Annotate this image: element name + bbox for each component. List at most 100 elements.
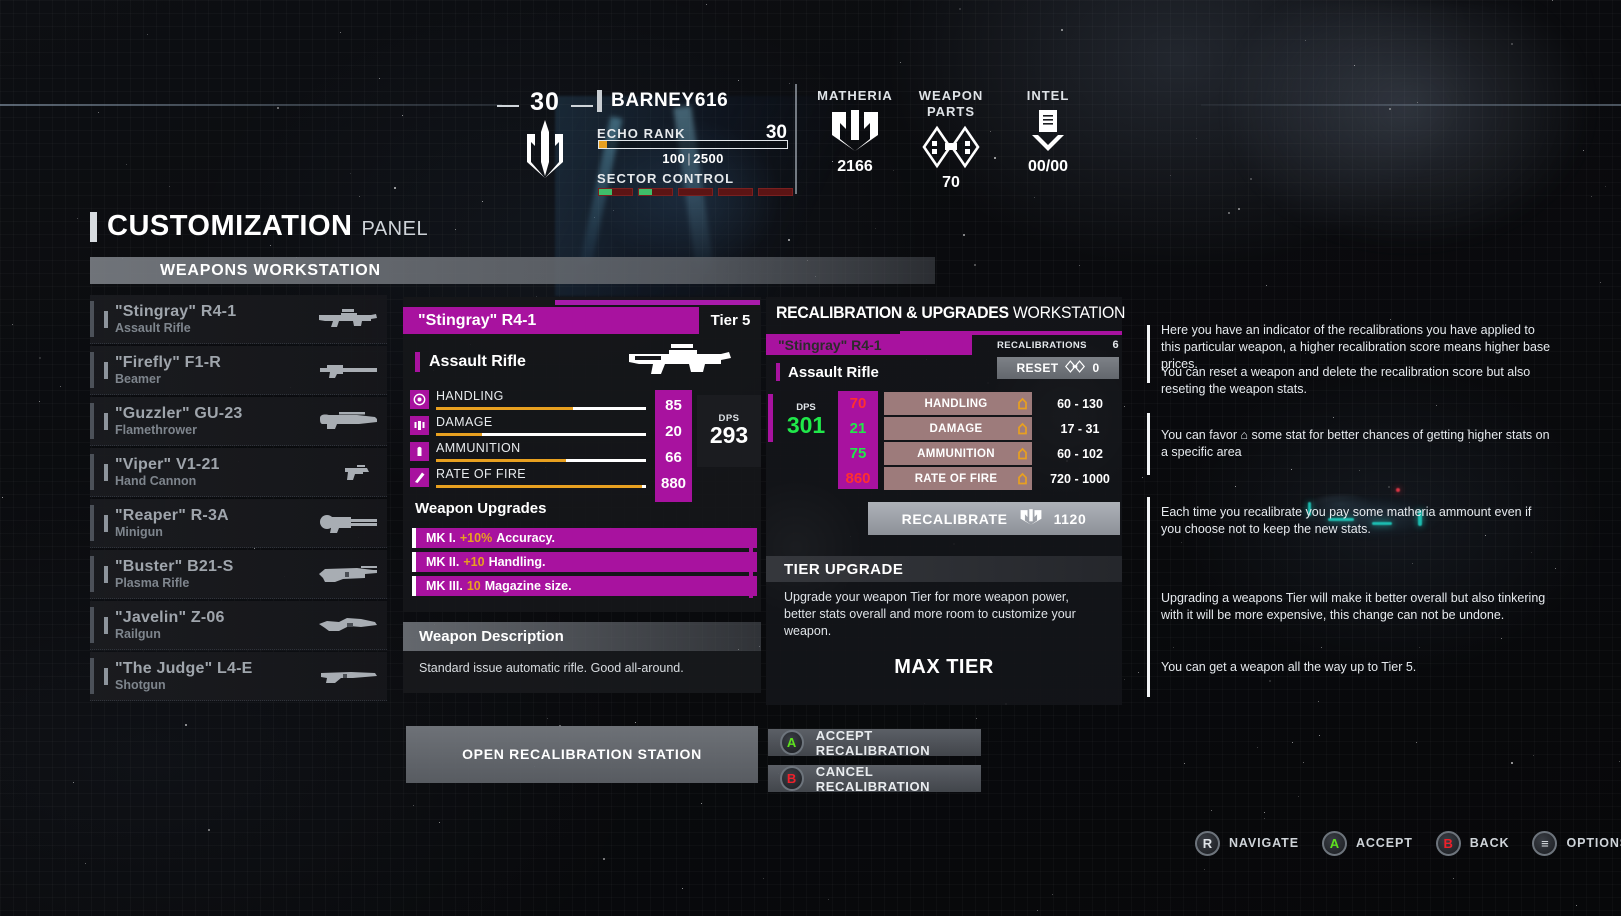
weapon-list-item[interactable]: "Reaper" R-3A Minigun bbox=[90, 499, 387, 548]
top-hud-bar: 30 BARNEY616 ECHO RANK 30 100 | 2500 SECTO… bbox=[0, 0, 1621, 296]
weapon-upgrade-row: MK III. 10 Magazine size. bbox=[412, 576, 757, 596]
sector-control-bars bbox=[598, 188, 793, 196]
weapon-stat-fill bbox=[436, 459, 567, 462]
weapon-list-item[interactable]: "Stingray" R4-1 Assault Rifle bbox=[90, 295, 387, 344]
player-name: BARNEY616 bbox=[611, 90, 729, 111]
hud-rule-right bbox=[1201, 104, 1621, 106]
upgrade-mk: MK I. bbox=[426, 531, 456, 545]
recalibration-dps-accent bbox=[768, 394, 773, 442]
name-tick bbox=[597, 90, 602, 112]
section-header-label: WEAPONS WORKSTATION bbox=[160, 261, 381, 279]
weapon-list-item[interactable]: "Buster" B21-S Plasma Rifle bbox=[90, 550, 387, 599]
recalibration-values-column: 70 21 75 860 bbox=[838, 391, 878, 489]
recalibration-stat-value: 75 bbox=[849, 445, 867, 462]
title-tick bbox=[90, 211, 97, 242]
echo-xp-fill bbox=[599, 141, 607, 148]
weapon-list-item[interactable]: "Guzzler" GU-23 Flamethrower bbox=[90, 397, 387, 446]
dps-value: 293 bbox=[709, 422, 749, 448]
weapon-list-item[interactable]: "The Judge" L4-E Shotgun bbox=[90, 652, 387, 701]
weapon-stat-name: AMMUNITION bbox=[436, 441, 521, 455]
weapon-item-name: "Reaper" R-3A bbox=[115, 506, 229, 524]
footer-button[interactable]: A ACCEPT bbox=[1321, 830, 1413, 856]
weapon-item-name: "Javelin" Z-06 bbox=[115, 608, 225, 626]
recalibration-stat-range: 720 - 1000 bbox=[1050, 472, 1110, 486]
favor-icon[interactable] bbox=[1012, 397, 1032, 410]
weapon-list[interactable]: "Stingray" R4-1 Assault Rifle "Firefly" F1… bbox=[90, 295, 387, 703]
resource-value: 00/00 bbox=[1027, 158, 1069, 175]
weapon-list-item[interactable]: "Viper" V1-21 Hand Cannon bbox=[90, 448, 387, 497]
upgrade-bonus: 10 bbox=[466, 579, 481, 593]
weapon-stat-track bbox=[436, 485, 646, 488]
recalibrate-cost: 1120 bbox=[1053, 510, 1087, 527]
a-button-icon: A bbox=[780, 730, 804, 755]
help-rule bbox=[1147, 413, 1150, 475]
recalibration-stat-row[interactable]: DAMAGE bbox=[884, 417, 1032, 440]
upgrade-text: Handling. bbox=[488, 555, 546, 569]
weapon-class: Assault Rifle bbox=[429, 353, 526, 370]
recalibration-stat-row[interactable]: RATE OF FIRE bbox=[884, 467, 1032, 490]
weapon-detail-name: "Stingray" R4-1 bbox=[418, 311, 537, 329]
weapon-parts-small-icon bbox=[1065, 360, 1086, 376]
weapon-stat-value: 880 bbox=[660, 475, 687, 492]
weapon-dps-box: DPS 293 bbox=[697, 395, 761, 467]
sector-bar bbox=[638, 188, 673, 196]
weapon-item-type: Hand Cannon bbox=[115, 473, 197, 488]
rate-of-fire-icon bbox=[410, 468, 429, 487]
shotgun-icon bbox=[315, 661, 381, 691]
weapon-item-tick bbox=[104, 463, 108, 481]
weapon-stat-fill bbox=[436, 433, 483, 436]
cancel-recalibration-button[interactable]: B CANCEL RECALIBRATION bbox=[768, 764, 981, 794]
accept-recalibration-button[interactable]: A ACCEPT RECALIBRATION bbox=[768, 728, 981, 758]
recalibration-class-row: Assault Rifle bbox=[776, 363, 879, 381]
help-text: You can reset a weapon and delete the re… bbox=[1161, 365, 1531, 396]
weapon-stat-track bbox=[436, 459, 646, 462]
tier-upgrade-header: TIER UPGRADE bbox=[766, 556, 1122, 582]
railgun-icon bbox=[315, 610, 381, 640]
weapon-item-tick bbox=[104, 361, 108, 379]
minigun-icon bbox=[315, 508, 381, 538]
reset-button[interactable]: RESET 0 bbox=[997, 357, 1119, 379]
weapon-item-tick bbox=[104, 667, 108, 685]
weapon-item-type: Flamethrower bbox=[115, 422, 197, 437]
weapon-stat-row: RATE OF FIRE bbox=[410, 467, 650, 492]
weapon-upgrade-list: MK I. +10% Accuracy. MK II. +10 Handling. MK I… bbox=[412, 528, 757, 600]
favor-icon[interactable] bbox=[1012, 472, 1032, 485]
weapon-class-row: Assault Rifle bbox=[415, 352, 526, 372]
weapon-stat-list: HANDLING DAMAGE AMMUNITION RATE OF FIRE bbox=[410, 389, 650, 494]
recalibration-stat-name: AMMUNITION bbox=[917, 447, 995, 460]
page-title: CUSTOMIZATION PANEL bbox=[90, 210, 428, 243]
recalibrate-button[interactable]: RECALIBRATE 1120 bbox=[868, 502, 1120, 535]
weapon-item-name: "Guzzler" GU-23 bbox=[115, 404, 243, 422]
faction-emblem-icon bbox=[495, 118, 595, 185]
open-recalibration-station-button[interactable]: OPEN RECALIBRATION STATION bbox=[406, 726, 758, 783]
weapon-upgrade-row: MK II. +10 Handling. bbox=[412, 552, 757, 572]
recalibration-class-tick bbox=[776, 363, 780, 381]
weapon-stat-value: 66 bbox=[665, 449, 682, 466]
weapon-upgrade-row: MK I. +10% Accuracy. bbox=[412, 528, 757, 548]
weapon-item-name: "The Judge" L4-E bbox=[115, 659, 253, 677]
footer-button[interactable]: ≡ OPTIONS bbox=[1532, 830, 1621, 856]
recalibration-stat-rows[interactable]: HANDLING DAMAGE AMMUNITION RATE OF FIRE bbox=[884, 392, 1032, 492]
upgrade-side-accent bbox=[749, 528, 753, 598]
max-tier-label: MAX TIER bbox=[894, 656, 994, 678]
footer-button[interactable]: R NAVIGATE bbox=[1195, 830, 1299, 856]
favor-icon[interactable] bbox=[1012, 422, 1032, 435]
recalibration-stat-row[interactable]: AMMUNITION bbox=[884, 442, 1032, 465]
plasma-rifle-icon bbox=[315, 559, 381, 589]
favor-icon[interactable] bbox=[1012, 447, 1032, 460]
weapon-description-header: Weapon Description bbox=[403, 622, 761, 651]
upgrade-bonus: +10 bbox=[463, 555, 485, 569]
weapon-item-tick bbox=[104, 412, 108, 430]
recalibration-stat-row[interactable]: HANDLING bbox=[884, 392, 1032, 415]
weapon-stat-name: HANDLING bbox=[436, 389, 504, 403]
weapon-list-item[interactable]: "Javelin" Z-06 Railgun bbox=[90, 601, 387, 650]
damage-icon bbox=[410, 416, 429, 435]
weapon-stat-track bbox=[436, 433, 646, 436]
weapon-item-type: Assault Rifle bbox=[115, 320, 191, 335]
footer-button[interactable]: B BACK bbox=[1435, 830, 1510, 856]
sector-bar bbox=[718, 188, 753, 196]
weapon-item-name: "Firefly" F1-R bbox=[115, 353, 221, 371]
recalibrations-counter: RECALIBRATIONS 6 bbox=[997, 338, 1119, 352]
footer-button-label: NAVIGATE bbox=[1229, 836, 1299, 850]
weapon-list-item[interactable]: "Firefly" F1-R Beamer bbox=[90, 346, 387, 395]
